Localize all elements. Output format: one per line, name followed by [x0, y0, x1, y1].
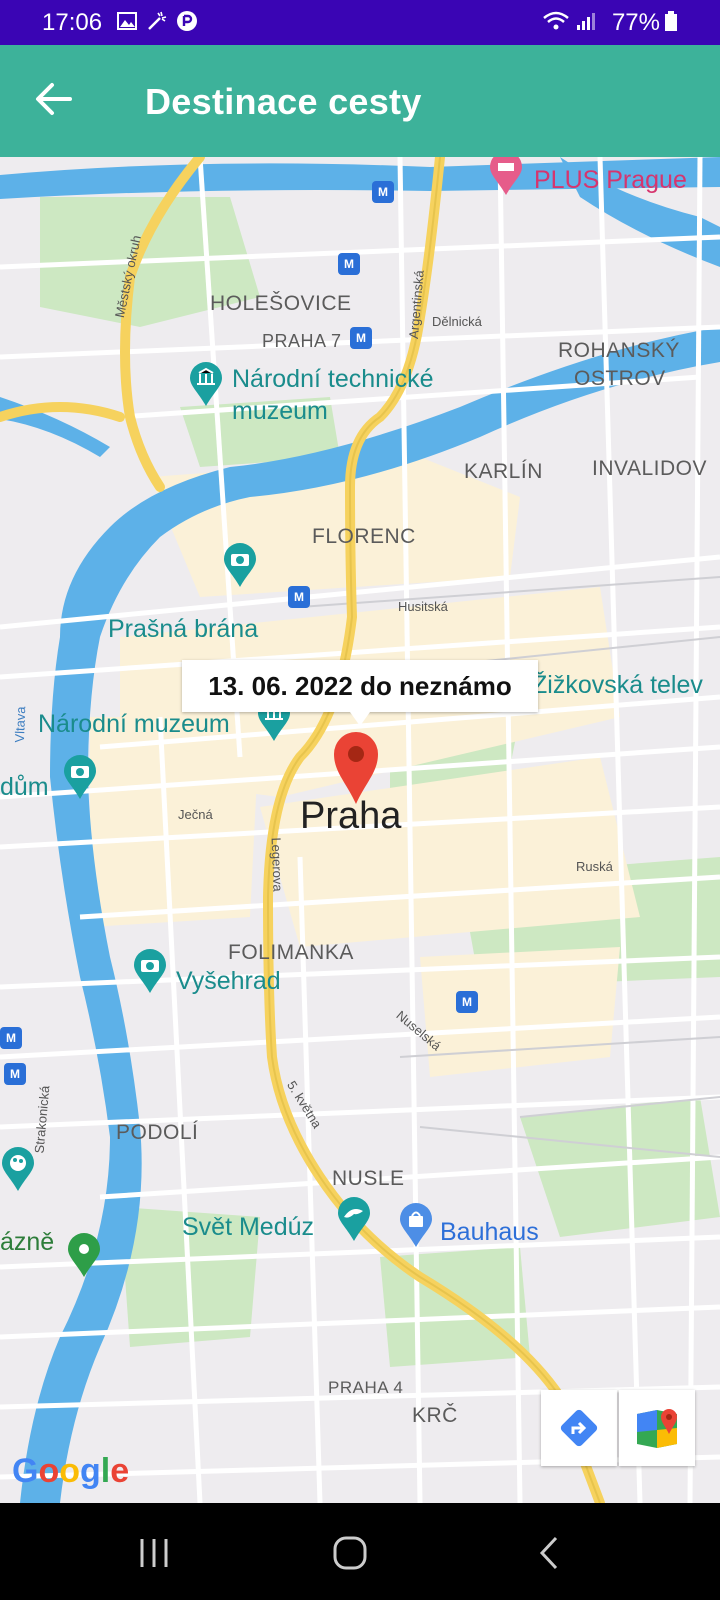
district-label: INVALIDOV	[592, 457, 707, 480]
poi-label[interactable]: Národní technické	[232, 365, 434, 394]
metro-station-icon[interactable]: M	[372, 181, 394, 203]
shopping-marker-icon[interactable]	[398, 1203, 434, 1249]
poi-label[interactable]: Národní muzeum	[38, 710, 230, 739]
poi-label[interactable]: ázně	[0, 1228, 54, 1257]
metro-station-icon[interactable]: M	[4, 1063, 26, 1085]
poi-label[interactable]: Vyšehrad	[176, 967, 281, 996]
poi-label[interactable]: Svět Medúz	[182, 1213, 314, 1242]
camera-marker-icon[interactable]	[132, 949, 168, 995]
poi-label[interactable]: dům	[0, 773, 49, 802]
status-bar: 17:06 77%	[0, 0, 720, 45]
battery-percent: 77%	[611, 9, 660, 36]
poi-label[interactable]: PLUS Prague	[534, 166, 687, 195]
metro-station-icon[interactable]: M	[288, 586, 310, 608]
magic-wand-icon	[148, 11, 167, 30]
art-marker-icon[interactable]	[0, 1147, 36, 1193]
recent-apps-icon[interactable]	[134, 1533, 174, 1573]
poi-label[interactable]: muzeum	[232, 397, 328, 426]
museum-marker-icon[interactable]	[188, 362, 224, 408]
directions-icon	[560, 1409, 598, 1447]
battery-icon	[665, 11, 677, 31]
wifi-icon	[543, 11, 569, 30]
district-label: NUSLE	[332, 1167, 405, 1190]
app-bar: Destinace cesty	[0, 45, 720, 157]
district-label: PRAHA 7	[262, 331, 342, 351]
metro-station-icon[interactable]: M	[456, 991, 478, 1013]
district-label: PRAHA 4	[328, 1378, 404, 1397]
street-label: Husitská	[398, 599, 448, 614]
district-label: FLORENC	[312, 525, 416, 548]
poi-label[interactable]: Bauhaus	[440, 1218, 539, 1247]
map-view[interactable]: HOLEŠOVICE PRAHA 7 ROHANSKÝ OSTROV KARLÍ…	[0, 157, 720, 1503]
camera-marker-icon[interactable]	[62, 755, 98, 801]
poi-label[interactable]: Prašná brána	[108, 615, 258, 644]
google-logo: Google	[12, 1452, 130, 1490]
back-nav-icon[interactable]	[530, 1533, 570, 1573]
gallery-icon	[117, 12, 137, 30]
metro-station-icon[interactable]: M	[0, 1027, 22, 1049]
google-maps-icon	[637, 1409, 677, 1448]
city-label: Praha	[300, 795, 402, 837]
info-window[interactable]: 13. 06. 2022 do neznámo	[182, 660, 538, 726]
app-notification-icon	[177, 11, 197, 31]
place-marker-icon[interactable]	[66, 1233, 102, 1279]
street-label: Ječná	[178, 807, 213, 822]
status-time: 17:06	[42, 9, 103, 36]
poi-label[interactable]: Žižkovská telev	[532, 671, 703, 700]
district-label: HOLEŠOVICE	[210, 292, 352, 315]
hotel-marker-icon[interactable]	[488, 157, 524, 197]
street-label: Legerova	[268, 837, 286, 892]
metro-station-icon[interactable]: M	[338, 253, 360, 275]
page-title: Destinace cesty	[145, 81, 422, 122]
street-label: Vltava	[11, 706, 29, 743]
open-google-maps-button[interactable]	[619, 1390, 695, 1466]
district-label: PODOLÍ	[116, 1121, 199, 1144]
home-icon[interactable]	[330, 1533, 370, 1573]
directions-button[interactable]	[541, 1390, 617, 1466]
district-label: KARLÍN	[464, 460, 543, 483]
district-label: KRČ	[412, 1404, 458, 1427]
back-arrow-icon[interactable]	[34, 79, 74, 119]
signal-icon	[577, 13, 595, 30]
street-label: Dělnická	[432, 314, 482, 329]
district-label: FOLIMANKA	[228, 941, 354, 964]
street-label: Ruská	[576, 859, 613, 874]
aquarium-marker-icon[interactable]	[336, 1197, 372, 1243]
metro-station-icon[interactable]: M	[350, 327, 372, 349]
district-label: OSTROV	[574, 367, 666, 390]
district-label: ROHANSKÝ	[558, 339, 680, 362]
camera-marker-icon[interactable]	[222, 543, 258, 589]
system-nav-bar	[0, 1503, 720, 1600]
